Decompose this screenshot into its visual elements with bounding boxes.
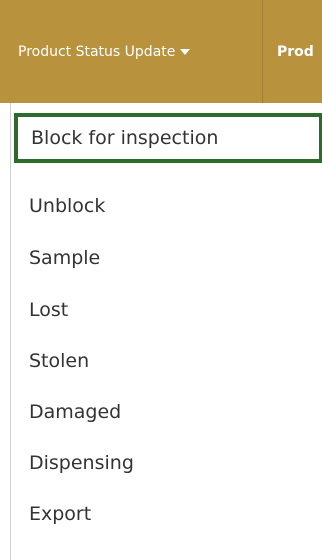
product-status-dropdown-menu: Block for inspection Unblock Sample Lost… [10, 103, 322, 560]
nav-item-product[interactable]: Prod [263, 0, 314, 103]
menu-item-label: Export [29, 503, 92, 525]
menu-item-label: Block for inspection [31, 127, 219, 149]
menu-item-label: Damaged [29, 401, 122, 423]
menu-item-damaged[interactable]: Damaged [11, 391, 322, 433]
menu-item-export[interactable]: Export [11, 493, 322, 535]
menu-item-label: Lost [29, 299, 69, 321]
menu-item-dispensing[interactable]: Dispensing [11, 442, 322, 484]
menu-item-label: Sample [29, 247, 101, 269]
menu-item-label: Stolen [29, 350, 90, 372]
top-navbar: Product Status Update Prod [0, 0, 322, 103]
menu-item-sample[interactable]: Sample [11, 237, 322, 279]
nav-item-product-label: Prod [277, 43, 314, 60]
menu-item-block-for-inspection[interactable]: Block for inspection [14, 113, 322, 163]
menu-item-lost[interactable]: Lost [11, 289, 322, 331]
caret-down-icon [180, 49, 191, 55]
menu-item-label: Dispensing [29, 452, 134, 474]
menu-item-label: Unblock [29, 195, 106, 217]
nav-product-status-update-dropdown[interactable]: Product Status Update [0, 0, 263, 103]
menu-item-stolen[interactable]: Stolen [11, 340, 322, 382]
menu-item-unblock[interactable]: Unblock [11, 185, 322, 227]
nav-product-status-update-label: Product Status Update [18, 43, 176, 60]
